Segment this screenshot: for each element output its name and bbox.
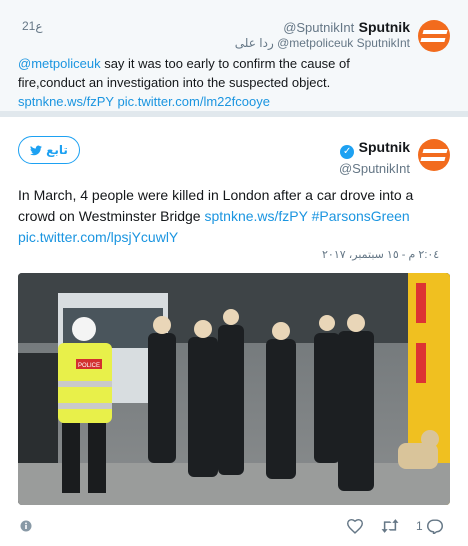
sputnik-avatar[interactable] bbox=[418, 139, 450, 171]
reply-tweet-text: @metpoliceuk say it was too early to con… bbox=[18, 54, 378, 111]
follow-label: تابع bbox=[46, 143, 68, 157]
hashtag-link[interactable]: #ParsonsGreen bbox=[312, 208, 410, 224]
tweet-link-2[interactable]: pic.twitter.com/lm22fcooye bbox=[118, 94, 270, 109]
tweet-photo[interactable]: POLICE bbox=[18, 273, 450, 505]
tweet-link-1[interactable]: sptnkne.ws/fzPY bbox=[18, 94, 114, 109]
author-name: Sputnik bbox=[358, 19, 410, 35]
main-author[interactable]: ✓ Sputnik @SputnikInt bbox=[210, 139, 410, 176]
author-handle: @SputnikInt bbox=[338, 161, 410, 176]
main-tweet-text: In March, 4 people were killed in London… bbox=[18, 185, 438, 248]
tweet-timestamp[interactable]: ٢:٠٤ م - ١٥ سبتمبر، ٢٠١٧ bbox=[322, 248, 439, 261]
twitter-bird-icon bbox=[30, 145, 43, 155]
heart-icon[interactable] bbox=[346, 518, 364, 534]
author-name: Sputnik bbox=[358, 139, 410, 155]
follow-button[interactable]: تابع bbox=[18, 136, 80, 164]
police-street-scene: POLICE bbox=[18, 273, 450, 505]
reply-count: 1 bbox=[416, 519, 423, 533]
author-handle: @SputnikInt bbox=[283, 20, 355, 35]
reply-author[interactable]: @SputnikInt Sputnik bbox=[90, 19, 410, 37]
reply-to-line: ردا على @metpoliceuk SputnikInt bbox=[234, 36, 410, 50]
reply-icon[interactable] bbox=[426, 518, 444, 534]
vest-label: POLICE bbox=[78, 363, 100, 369]
reply-tweet[interactable]: @SputnikInt Sputnik 21ع ردا على @metpoli… bbox=[0, 0, 468, 112]
retweet-icon[interactable] bbox=[380, 518, 400, 534]
mention-link[interactable]: @metpoliceuk bbox=[18, 56, 101, 71]
action-bar: 1 bbox=[346, 515, 444, 537]
verified-icon: ✓ bbox=[340, 145, 355, 159]
main-tweet[interactable]: تابع ✓ Sputnik @SputnikInt In March, 4 p… bbox=[0, 116, 468, 546]
tweet-link-2[interactable]: pic.twitter.com/lpsjYcuwlY bbox=[18, 229, 178, 245]
info-icon[interactable] bbox=[20, 520, 32, 532]
info-action[interactable] bbox=[20, 515, 32, 537]
tweet-time[interactable]: 21ع bbox=[22, 19, 43, 33]
tweet-link-1[interactable]: sptnkne.ws/fzPY bbox=[204, 208, 307, 224]
sputnik-avatar[interactable] bbox=[418, 20, 450, 52]
